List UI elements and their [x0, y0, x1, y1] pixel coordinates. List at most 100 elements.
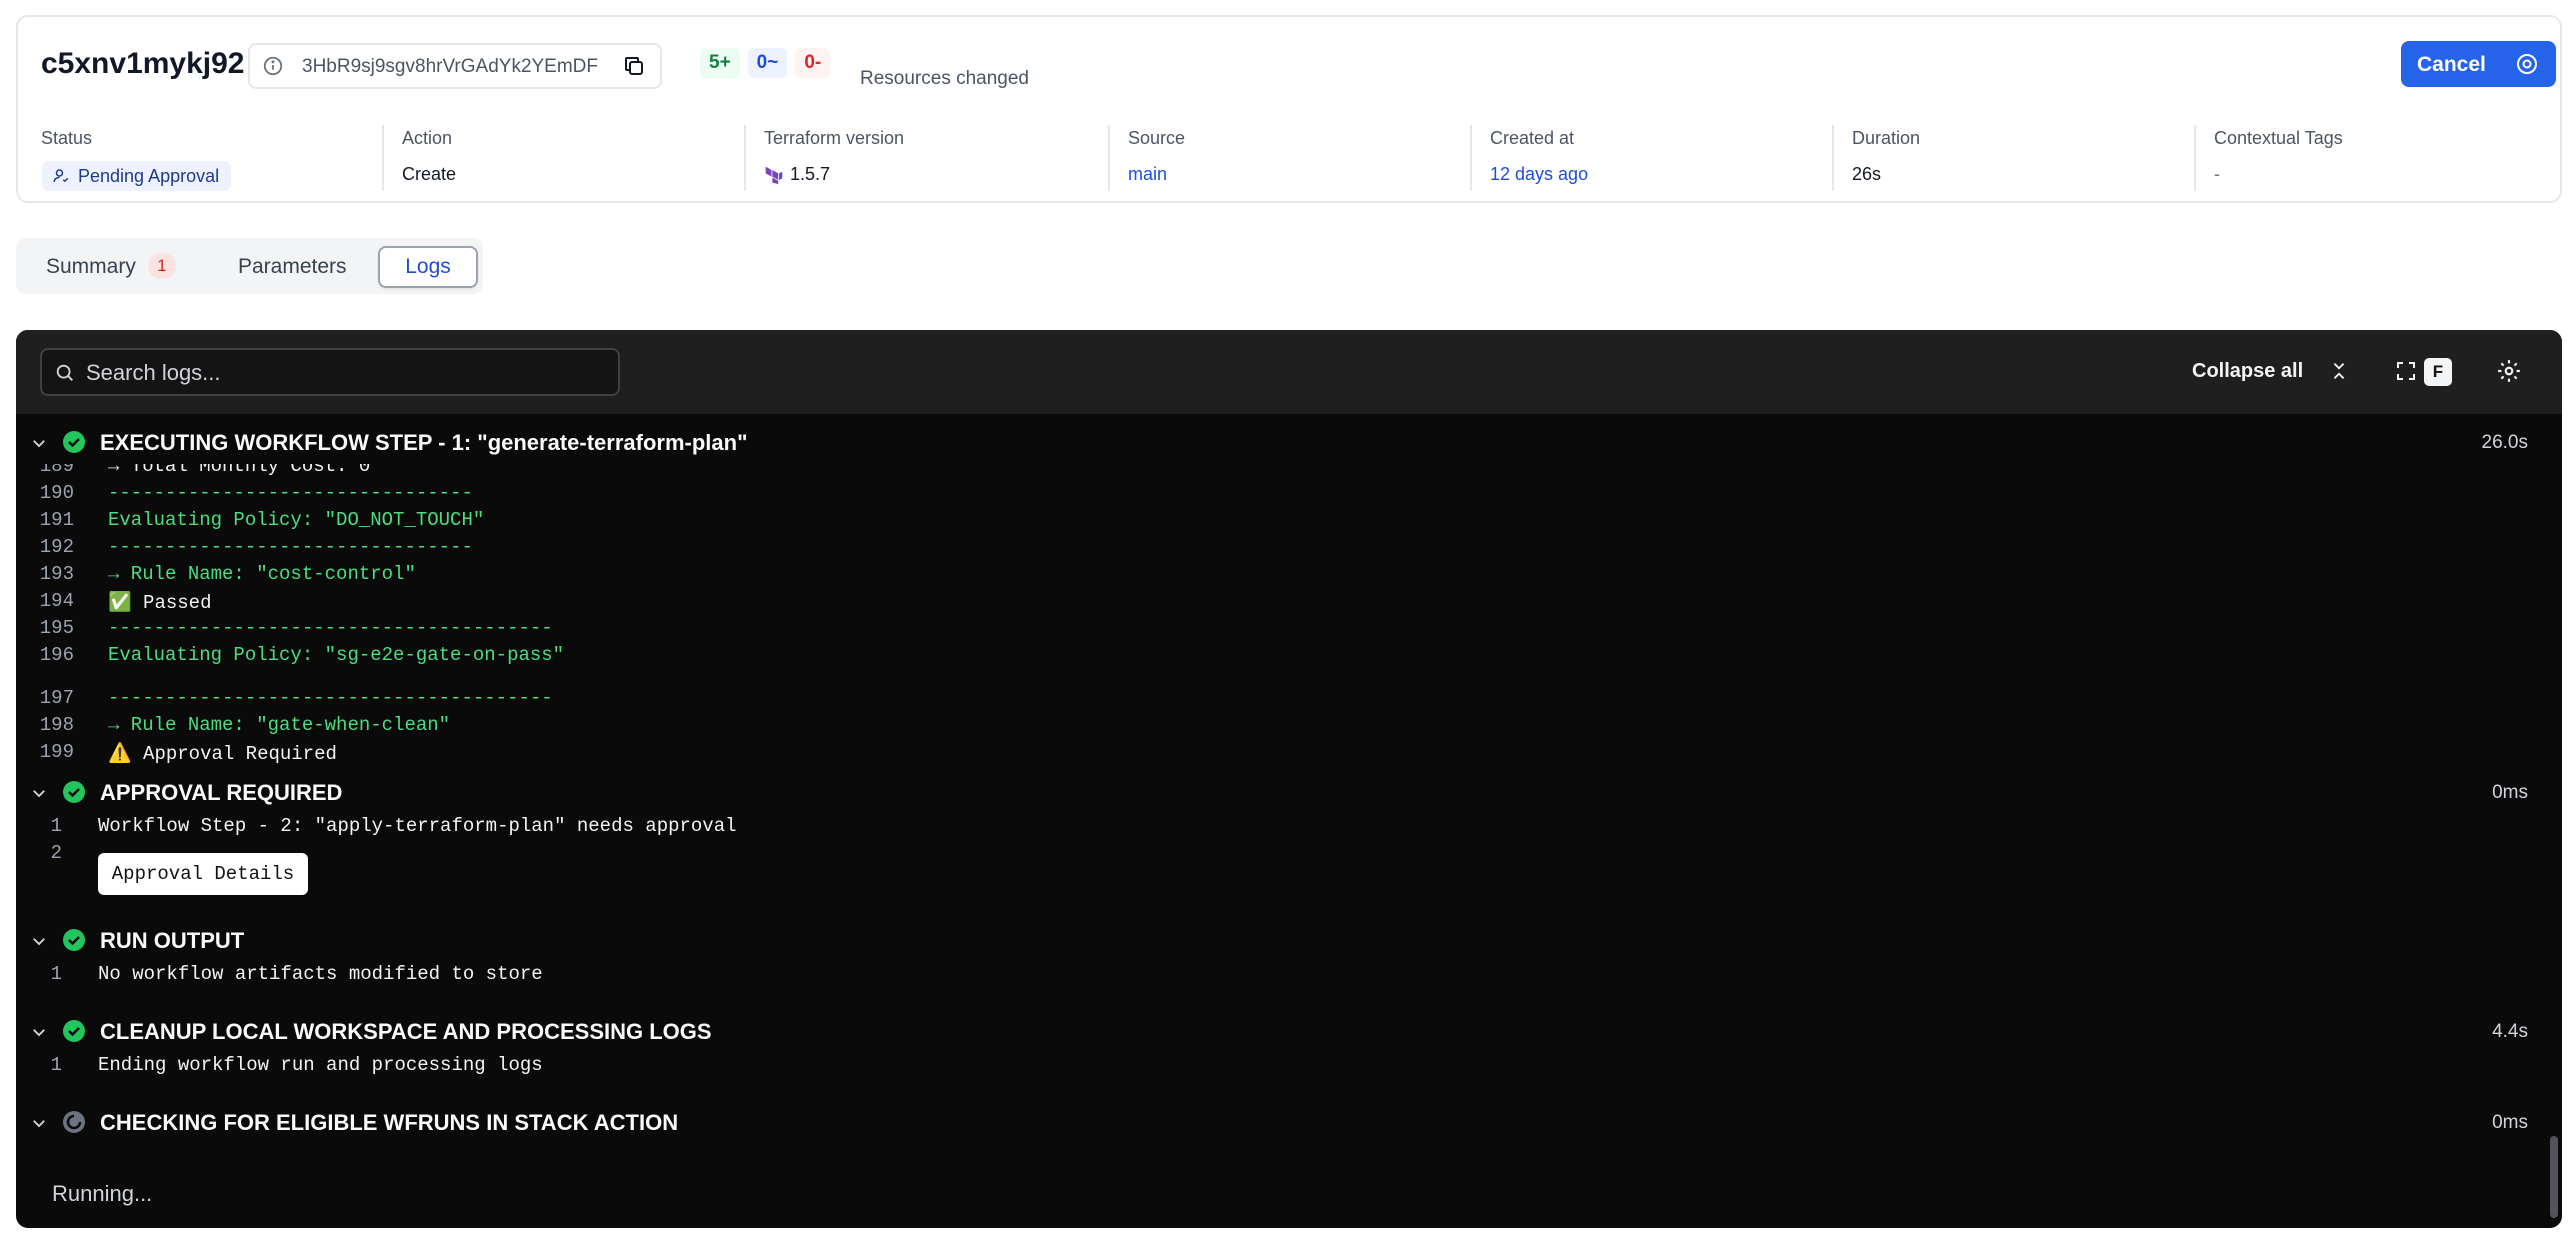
meta-action: Action Create [402, 113, 742, 185]
line-number: 192 [39, 536, 74, 558]
log-line: 191 Evaluating Policy: "DO_NOT_TOUCH" [16, 506, 2562, 533]
divider [744, 125, 746, 191]
status-value: Pending Approval [78, 166, 220, 186]
meta-terraform: Terraform version 1.5.7 [764, 113, 1104, 185]
line-number: 191 [39, 509, 74, 531]
search-box[interactable] [40, 348, 620, 396]
created-label: Created at [1490, 128, 1575, 148]
line-number: 194 [39, 590, 74, 612]
line-text: Workflow Step - 2: "apply-terraform-plan… [98, 815, 737, 837]
source-link[interactable]: main [1128, 164, 1167, 185]
log-line: 2 [16, 839, 2562, 866]
tabs-bar: Summary 1 Parameters Logs [16, 238, 483, 294]
scrollbar[interactable] [2550, 1136, 2558, 1218]
run-title: c5xnv1mykj92 [41, 47, 245, 80]
line-text: Evaluating Policy: "DO_NOT_TOUCH" [108, 509, 485, 531]
step-title: CLEANUP LOCAL WORKSPACE AND PROCESSING L… [100, 1019, 712, 1044]
resources-destroyed-badge: 0- [795, 48, 831, 78]
line-text: --------------------------------------- [108, 617, 553, 639]
line-text: ⚠️ Approval Required [108, 743, 337, 765]
step-duration: 4.4s [2492, 1021, 2528, 1042]
terraform-value: 1.5.7 [764, 164, 830, 185]
chevron-down-icon [33, 1029, 45, 1037]
chevron-down-icon [33, 440, 45, 448]
resource-badges: 5+ 0~ 0- [700, 48, 831, 92]
approval-details-button[interactable]: Approval Details [98, 853, 308, 895]
line-text: -------------------------------- [108, 536, 473, 558]
action-label: Action [402, 128, 453, 148]
step-header-cleanup[interactable]: CLEANUP LOCAL WORKSPACE AND PROCESSING L… [16, 1011, 2562, 1051]
tab-summary[interactable]: Summary 1 [46, 246, 176, 288]
line-number: 190 [39, 482, 74, 504]
terraform-icon [765, 166, 783, 185]
fullscreen-icon[interactable] [2394, 359, 2418, 383]
log-line: 193 → Rule Name: "cost-control" [16, 560, 2562, 587]
run-id-pill: 3HbR9sj9sgv8hrVrGAdYk2YEmDF [248, 43, 662, 89]
line-text: --------------------------------------- [108, 687, 553, 709]
step-header-approval-required[interactable]: APPROVAL REQUIRED 0ms [16, 772, 2562, 812]
log-line: 197 -------------------------------------… [16, 684, 2562, 711]
line-text: → Rule Name: "cost-control" [108, 563, 416, 585]
chevron-down-icon [33, 790, 45, 798]
terraform-label: Terraform version [764, 128, 905, 148]
line-number: 193 [39, 563, 74, 585]
meta-source: Source main [1128, 113, 1468, 185]
tab-logs[interactable]: Logs [378, 246, 478, 288]
chevron-down-icon [33, 1120, 45, 1128]
step-header-checking-wfruns[interactable]: CHECKING FOR ELIGIBLE WFRUNS IN STACK AC… [16, 1102, 2562, 1142]
line-number: 2 [50, 842, 62, 864]
person-icon [53, 169, 69, 183]
status-badge: Pending Approval [42, 161, 232, 191]
log-line: 189 → Total Monthly Cost: 0 [16, 464, 2562, 479]
check-circle-icon [63, 781, 85, 803]
log-line: 1 Workflow Step - 2: "apply-terraform-pla… [16, 812, 2562, 839]
resources-changed-badge: 0~ [747, 48, 788, 78]
cancel-label: Cancel [2417, 53, 2486, 76]
step-header-generate-plan[interactable]: EXECUTING WORKFLOW STEP - 1: "generate-t… [16, 422, 2562, 462]
chevron-down-icon [33, 938, 45, 946]
summary-count-badge: 1 [147, 253, 176, 279]
collapse-icon[interactable] [2328, 360, 2350, 382]
tab-summary-label: Summary [46, 255, 136, 278]
log-line: 199 ⚠️ Approval Required [16, 738, 2562, 765]
running-status: Running... [52, 1181, 153, 1206]
info-icon [263, 56, 283, 76]
line-text: Evaluating Policy: "sg-e2e-gate-on-pass" [108, 644, 565, 666]
step-title: EXECUTING WORKFLOW STEP - 1: "generate-t… [100, 430, 748, 455]
fullscreen-shortcut-key: F [2424, 358, 2452, 386]
check-circle-icon [63, 1020, 85, 1042]
log-line: 190 -------------------------------- [16, 479, 2562, 506]
tab-parameters[interactable]: Parameters [238, 246, 347, 288]
line-text: → Rule Name: "gate-when-clean" [108, 714, 451, 736]
line-number: 1 [50, 1054, 62, 1076]
tags-value: - [2214, 164, 2220, 184]
run-header-card: c5xnv1mykj92 3HbR9sj9sgv8hrVrGAdYk2YEmDF… [16, 15, 2562, 203]
log-line: 1 Ending workflow run and processing logs [16, 1051, 2562, 1078]
terraform-version-text: 1.5.7 [790, 164, 831, 184]
log-line: 198 → Rule Name: "gate-when-clean" [16, 711, 2562, 738]
gear-icon[interactable] [2496, 358, 2522, 384]
line-number: 195 [39, 617, 74, 639]
step-header-run-output[interactable]: RUN OUTPUT [16, 920, 2562, 960]
divider [1832, 125, 1834, 191]
cancel-button[interactable]: Cancel [2401, 41, 2556, 87]
log-line: 194 ✅ Passed [16, 587, 2562, 614]
search-icon [56, 364, 73, 381]
copy-icon[interactable] [622, 54, 646, 78]
collapse-all-button[interactable]: Collapse all [2192, 360, 2303, 383]
line-number: 199 [39, 741, 74, 763]
line-number: 189 [39, 464, 74, 477]
line-text: ✅ Passed [108, 592, 212, 614]
stop-icon [2517, 54, 2537, 74]
search-input[interactable] [86, 358, 606, 388]
log-line: 196 Evaluating Policy: "sg-e2e-gate-on-pa… [16, 641, 2562, 668]
step-duration: 0ms [2492, 1112, 2528, 1133]
line-number: 1 [50, 963, 62, 985]
divider [382, 125, 384, 191]
line-text: -------------------------------- [108, 482, 473, 504]
created-link[interactable]: 12 days ago [1490, 164, 1588, 185]
tags-label: Contextual Tags [2214, 128, 2343, 148]
action-value: Create [402, 164, 457, 184]
check-circle-icon [63, 431, 85, 453]
run-id: 3HbR9sj9sgv8hrVrGAdYk2YEmDF [302, 56, 599, 77]
